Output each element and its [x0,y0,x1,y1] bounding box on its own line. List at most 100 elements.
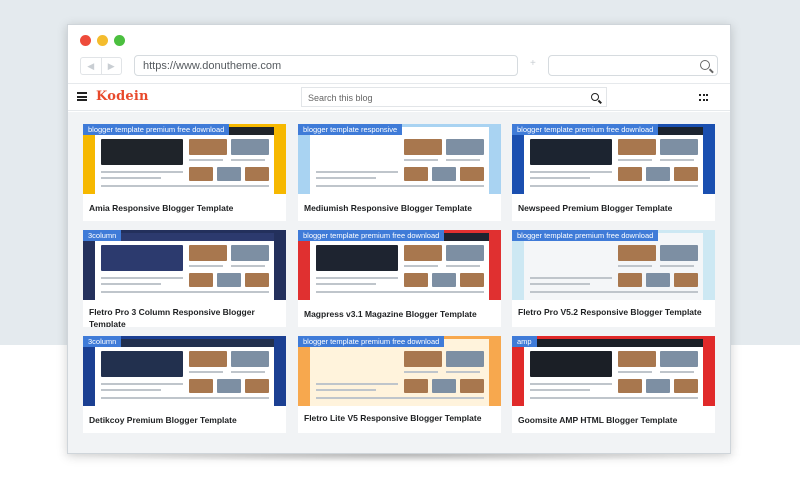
search-icon[interactable] [591,93,599,101]
template-preview [95,233,274,300]
preview-hero [316,245,398,271]
arrow-right-icon[interactable]: ▶ [100,58,122,74]
post-title[interactable]: Newspeed Premium Blogger Template [518,202,708,214]
post-title[interactable]: Detikcoy Premium Blogger Template [89,414,279,426]
post-card[interactable]: 3column Fletro Pro 3 Column Responsive Bl… [83,230,286,327]
browser-titlebar: ◀ ▶ https://www.donutheme.com + [68,25,730,83]
preview-line [316,277,398,279]
preview-block [189,167,213,181]
post-title[interactable]: Fletro Pro 3 Column Responsive Blogger T… [89,306,279,327]
address-bar[interactable]: https://www.donutheme.com [134,55,518,76]
preview-line [316,389,376,391]
post-thumbnail[interactable]: blogger template premium free download [512,124,715,194]
post-card[interactable]: blogger template premium free download Fl… [512,230,715,327]
browser-window: ◀ ▶ https://www.donutheme.com + Kodein S… [67,24,731,454]
preview-line [446,265,480,267]
blog-search-input[interactable]: Search this blog [301,87,607,107]
preview-block [446,351,484,367]
preview-line [101,383,183,385]
preview-block [618,245,656,261]
preview-line [404,265,438,267]
preview-line [530,171,612,173]
post-title[interactable]: Fletro Pro V5.2 Responsive Blogger Templ… [518,306,708,318]
post-card[interactable]: 3column Detikcoy Premium Blogger Template [83,336,286,433]
preview-line [404,159,438,161]
maximize-window-icon[interactable] [114,35,125,46]
grid-view-icon[interactable] [699,94,708,102]
post-card[interactable]: blogger template premium free download Ne… [512,124,715,221]
close-window-icon[interactable] [80,35,91,46]
plus-icon[interactable]: + [530,58,536,69]
post-card[interactable]: amp Goomsite AMP HTML Blogger Template [512,336,715,433]
preview-line [446,371,480,373]
preview-block [674,167,698,181]
post-card[interactable]: blogger template premium free download Fl… [298,336,501,433]
post-title[interactable]: Magpress v3.1 Magazine Blogger Template [304,308,494,320]
post-card[interactable]: blogger template premium free download Ma… [298,230,501,327]
template-preview [310,233,489,300]
category-tag[interactable]: 3column [83,336,122,347]
post-title[interactable]: Fletro Lite V5 Responsive Blogger Templa… [304,412,494,424]
post-thumbnail[interactable]: amp [512,336,715,406]
preview-line [404,371,438,373]
preview-block [660,245,698,261]
post-title[interactable]: Mediumish Responsive Blogger Template [304,202,494,214]
arrow-left-icon[interactable]: ◀ [81,58,101,74]
category-tag[interactable]: amp [512,336,537,347]
post-thumbnail[interactable]: blogger template responsive [298,124,501,194]
preview-line [101,283,161,285]
minimize-window-icon[interactable] [97,35,108,46]
preview-hero [316,351,398,377]
preview-block [618,273,642,287]
preview-block [446,139,484,155]
category-tag[interactable]: blogger template premium free download [298,230,445,241]
preview-line [446,159,480,161]
preview-block [189,139,227,155]
preview-line [189,265,223,267]
preview-line [316,397,484,399]
post-title[interactable]: Goomsite AMP HTML Blogger Template [518,414,708,426]
preview-line [101,389,161,391]
site-logo[interactable]: Kodein [96,89,149,104]
category-tag[interactable]: blogger template premium free download [298,336,445,347]
browser-search-input[interactable] [548,55,718,76]
search-icon [700,60,710,70]
preview-line [316,171,398,173]
preview-line [101,185,269,187]
preview-line [189,159,223,161]
post-title[interactable]: Amia Responsive Blogger Template [89,202,279,214]
category-tag[interactable]: 3column [83,230,122,241]
preview-block [618,351,656,367]
preview-line [660,159,694,161]
template-preview [524,339,703,406]
post-thumbnail[interactable]: 3column [83,336,286,406]
preview-block [231,351,269,367]
blog-search-placeholder: Search this blog [308,93,373,103]
post-card[interactable]: blogger template responsive Mediumish Res… [298,124,501,221]
preview-line [618,265,652,267]
category-tag[interactable]: blogger template premium free download [512,124,659,135]
preview-hero [530,139,612,165]
post-card[interactable]: blogger template premium free download Am… [83,124,286,221]
preview-block [618,379,642,393]
post-thumbnail[interactable]: blogger template premium free download [298,336,501,406]
post-thumbnail[interactable]: blogger template premium free download [83,124,286,194]
menu-icon[interactable] [77,92,87,101]
preview-line [660,265,694,267]
template-preview [310,127,489,194]
preview-block [646,273,670,287]
post-thumbnail[interactable]: blogger template premium free download [512,230,715,300]
preview-block [217,273,241,287]
preview-block [618,139,656,155]
post-thumbnail[interactable]: 3column [83,230,286,300]
post-grid: blogger template premium free download Am… [68,112,730,453]
category-tag[interactable]: blogger template responsive [298,124,403,135]
category-tag[interactable]: blogger template premium free download [512,230,659,241]
category-tag[interactable]: blogger template premium free download [83,124,230,135]
preview-bar [524,339,703,347]
preview-hero [530,245,612,271]
preview-block [674,273,698,287]
preview-line [530,389,590,391]
preview-block [189,379,213,393]
post-thumbnail[interactable]: blogger template premium free download [298,230,501,300]
